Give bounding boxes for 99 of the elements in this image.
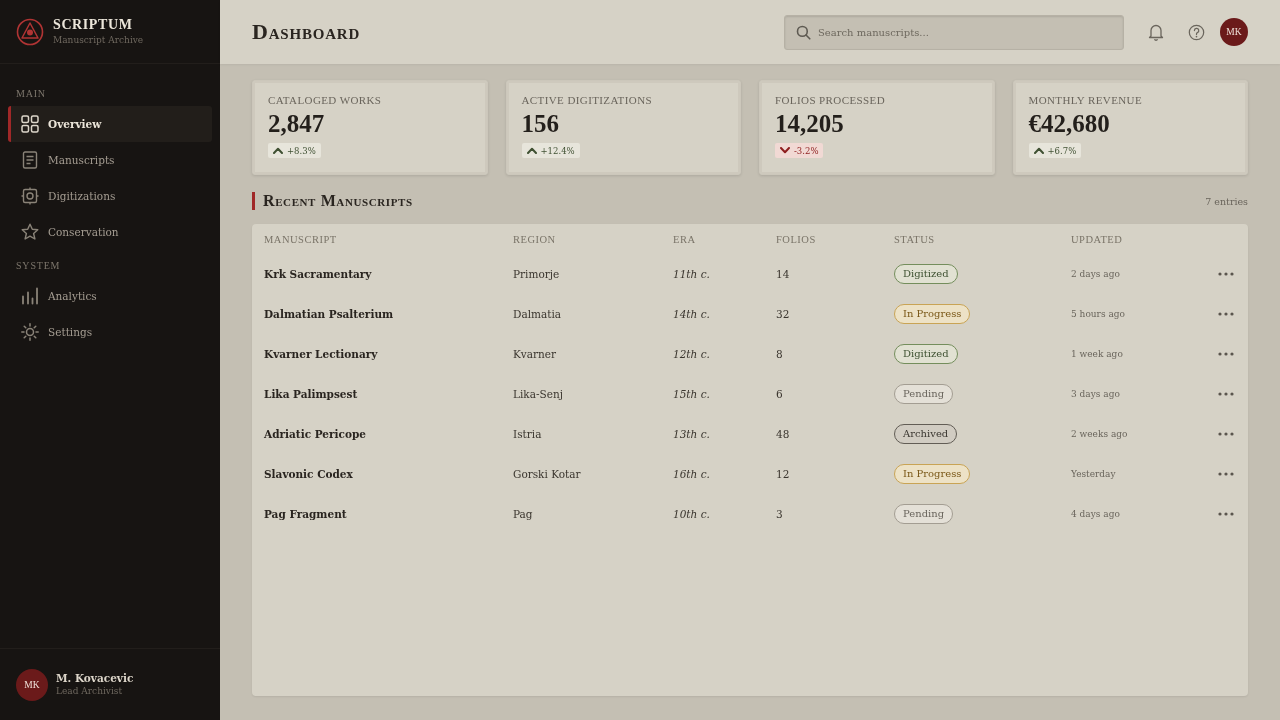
status-badge: Pending [894, 384, 954, 404]
table-cell-text: 12 [776, 468, 791, 480]
table-cell-text: Kvarner [513, 348, 558, 360]
table-cell-text: 2 weeks ago [1071, 429, 1129, 439]
manuscript-name: Adriatic Pericope [264, 428, 367, 440]
sun-icon [21, 323, 39, 341]
help-icon [1187, 23, 1205, 41]
change-value: +6.7% [1047, 145, 1077, 156]
chevron-up-icon [1033, 147, 1044, 154]
nav-section-label: MAIN [15, 87, 47, 101]
table-cell-text: 14th c. [673, 308, 711, 320]
more-icon [1218, 512, 1234, 516]
manuscript-name: Lika Palimpsest [264, 388, 359, 400]
star-icon [21, 223, 39, 241]
stat-label: ACTIVE DIGITIZATIONS [521, 93, 652, 107]
brand-name: SCRIPTUM [53, 17, 134, 33]
table-cell-text: Istria [513, 428, 543, 440]
nav-item[interactable]: Digitizations [8, 178, 212, 214]
more-icon [1218, 432, 1234, 436]
user-name: M. Kovacevic [56, 672, 134, 685]
table-cell-text: 48 [776, 428, 791, 440]
nav-item[interactable]: Conservation [8, 214, 212, 250]
more-icon [1218, 352, 1234, 356]
table-cell-text: 11th c. [673, 268, 711, 280]
manuscript-name: Pag Fragment [264, 508, 348, 520]
table-cell-text: 32 [776, 308, 791, 320]
more-icon [1218, 392, 1234, 396]
entry-count: 7 entries [1205, 195, 1248, 207]
table-cell-text: 2 days ago [1071, 269, 1121, 279]
stat-label: FOLIOS PROCESSED [775, 93, 885, 107]
grid-icon [21, 115, 39, 133]
manuscript-name: Kvarner Lectionary [264, 348, 379, 360]
table-cell-text: 3 [776, 508, 784, 520]
manuscript-name: Dalmatian Psalterium [264, 308, 395, 320]
search-field[interactable]: Search manuscripts... [784, 14, 1124, 50]
column-header: STATUS [894, 233, 936, 245]
table-cell-text: 16th c. [673, 468, 711, 480]
table-cell-text: 1 week ago [1071, 349, 1124, 359]
manuscript-name: Krk Sacramentary [264, 268, 373, 280]
status-badge: Pending [894, 504, 954, 524]
status-badge: Archived [894, 424, 958, 444]
status-badge: In Progress [894, 304, 971, 324]
table-cell-text: 6 [776, 388, 784, 400]
stat-value: 156 [521, 109, 559, 139]
user-avatar[interactable]: MK [1220, 18, 1248, 46]
table-cell-text: 15th c. [673, 388, 711, 400]
chevron-down-icon [780, 147, 790, 154]
more-icon [1218, 472, 1234, 476]
more-icon [1218, 272, 1234, 276]
table-cell-text: 10th c. [673, 508, 711, 520]
column-header: UPDATED [1071, 233, 1124, 245]
table-cell-text: Primorje [513, 268, 561, 280]
stat-label: MONTHLY REVENUE [1028, 93, 1143, 107]
column-header: FOLIOS [776, 233, 817, 245]
stat-value: €42,680 [1028, 109, 1110, 139]
table-cell-text: Pag [513, 508, 534, 520]
user-avatar[interactable]: MK [16, 668, 48, 701]
stat-value: 14,205 [775, 109, 844, 139]
section-title: Recent Manuscripts [252, 192, 413, 210]
user-role: Lead Archivist [56, 685, 123, 697]
nav-item[interactable]: Settings [8, 314, 212, 350]
status-badge: Digitized [894, 344, 958, 364]
bar-chart-icon [21, 287, 39, 305]
document-icon [21, 151, 39, 169]
logo-icon [16, 17, 44, 46]
column-header: MANUSCRIPT [264, 233, 338, 245]
table-cell-text: Lika-Senj [513, 388, 564, 400]
table-cell-text: 5 hours ago [1071, 309, 1126, 319]
table-cell-text: 4 days ago [1071, 509, 1121, 519]
change-value: +8.3% [287, 145, 316, 156]
framed-circle-icon [21, 187, 39, 205]
search-icon [796, 24, 811, 40]
change-value: +12.4% [540, 145, 575, 156]
nav-item[interactable]: Overview [8, 106, 212, 142]
stat-value: 2,847 [268, 109, 325, 139]
table-cell-text: 14 [776, 268, 791, 280]
column-header: ERA [673, 233, 697, 245]
stat-label: CATALOGED WORKS [268, 93, 382, 107]
more-icon [1218, 312, 1234, 316]
nav-item[interactable]: Manuscripts [8, 142, 212, 178]
page-title: Dashboard [252, 19, 362, 45]
table-cell-text: Dalmatia [513, 308, 563, 320]
status-badge: Digitized [894, 264, 958, 284]
bell-icon [1148, 23, 1164, 41]
table-cell-text: Yesterday [1071, 469, 1117, 479]
nav-section-label: SYSTEM [15, 259, 62, 273]
table-cell-text: Gorski Kotar [513, 468, 582, 480]
chevron-up-icon [273, 147, 283, 154]
table-cell-text: 8 [776, 348, 784, 360]
nav-item[interactable]: Analytics [8, 278, 212, 314]
table-cell-text: 13th c. [673, 428, 711, 440]
change-value: -3.2% [794, 145, 819, 156]
table-cell-text: 3 days ago [1071, 389, 1121, 399]
manuscript-name: Slavonic Codex [264, 468, 354, 480]
status-badge: In Progress [894, 464, 971, 484]
brand-tagline: Manuscript Archive [53, 34, 144, 46]
table-cell-text: 12th c. [673, 348, 711, 360]
column-header: REGION [513, 233, 557, 245]
chevron-up-icon [526, 147, 537, 154]
